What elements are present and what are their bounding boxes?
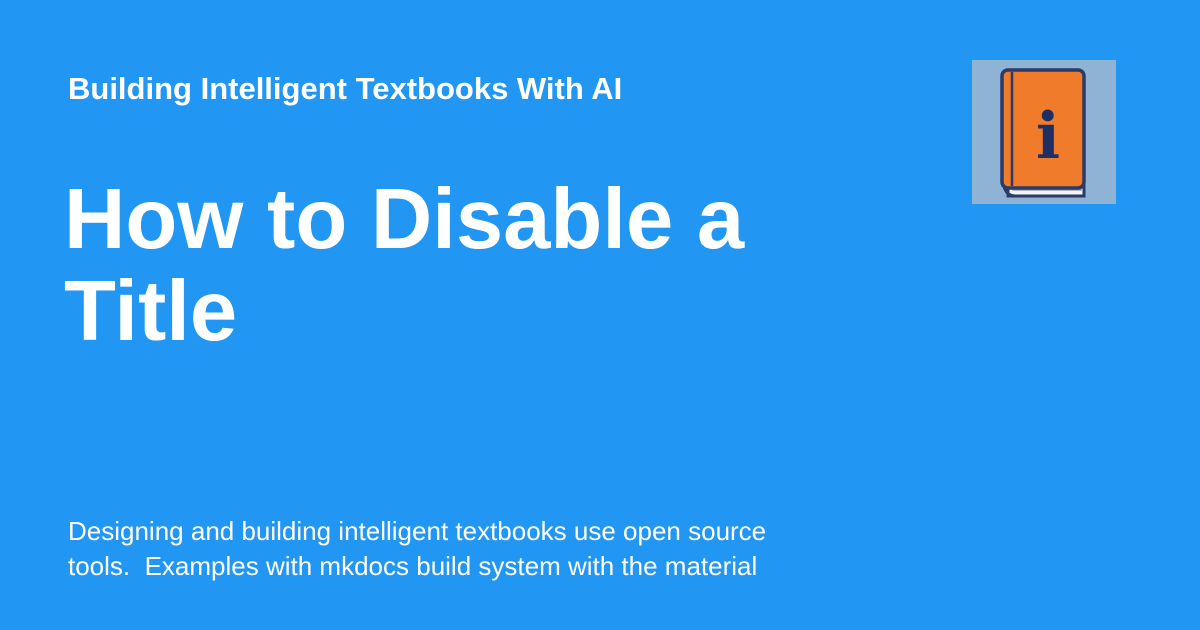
social-card: Building Intelligent Textbooks With AI H… bbox=[0, 0, 1200, 630]
book-info-icon: i bbox=[972, 60, 1116, 204]
page-title: How to Disable a Title bbox=[64, 174, 824, 358]
description-line-1: Designing and building intelligent textb… bbox=[68, 516, 767, 546]
page-description: Designing and building intelligent textb… bbox=[68, 514, 868, 584]
description-line-2: tools. Examples with mkdocs build system… bbox=[68, 551, 758, 581]
book-letter: i bbox=[1036, 99, 1060, 174]
book-info-icon-svg: i bbox=[972, 60, 1116, 204]
site-name: Building Intelligent Textbooks With AI bbox=[68, 71, 623, 106]
page-title-line-2: Title bbox=[64, 264, 238, 359]
page-title-line-1: How to Disable a bbox=[64, 172, 745, 267]
